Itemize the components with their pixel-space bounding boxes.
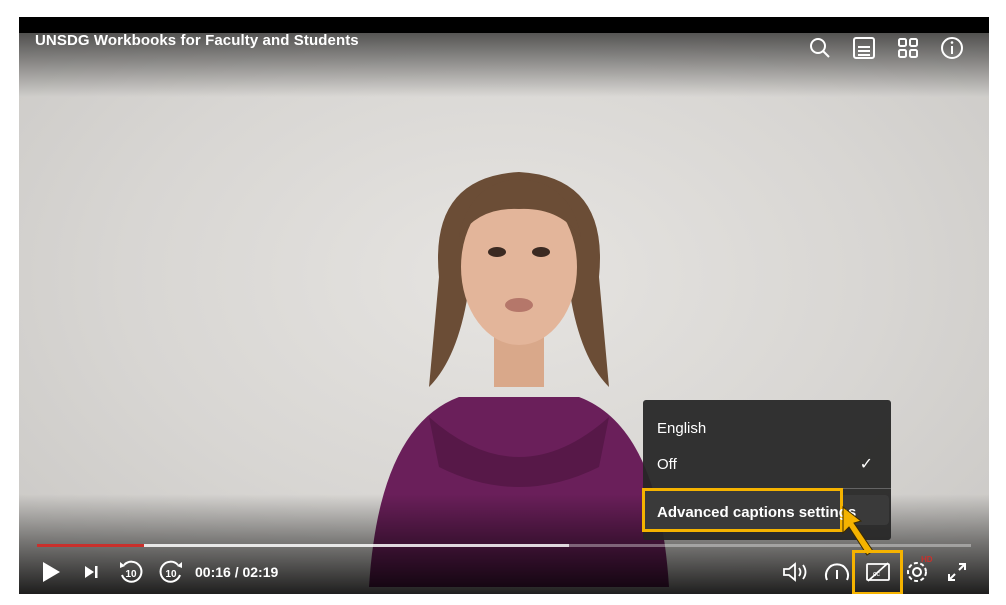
time-separator: /	[230, 564, 243, 580]
control-bar: 10 10 00:16 / 02:19 cc	[19, 555, 989, 589]
info-icon[interactable]	[939, 35, 965, 61]
top-letterbox	[19, 17, 989, 33]
rewind-10-button[interactable]: 10	[116, 557, 146, 587]
playback-speed-icon[interactable]	[823, 557, 851, 587]
progress-played	[37, 544, 145, 547]
forward-10-button[interactable]: 10	[156, 557, 186, 587]
volume-button[interactable]	[781, 557, 811, 587]
next-button[interactable]	[79, 557, 103, 587]
video-title: UNSDG Workbooks for Faculty and Students	[35, 32, 359, 49]
svg-text:10: 10	[125, 569, 137, 580]
captions-option-off[interactable]: Off	[657, 456, 677, 473]
current-time: 00:16	[195, 564, 231, 580]
progress-bar[interactable]	[37, 544, 971, 547]
hd-badge: HD	[921, 555, 933, 564]
time-display: 00:16 / 02:19	[195, 564, 278, 580]
duration: 02:19	[242, 564, 279, 580]
selected-check-icon: ✓	[859, 456, 873, 473]
svg-text:10: 10	[165, 569, 177, 580]
search-icon[interactable]	[807, 35, 833, 61]
fullscreen-icon[interactable]	[943, 557, 971, 587]
captions-button-highlight	[852, 550, 903, 594]
play-button[interactable]	[37, 557, 65, 587]
grid-icon[interactable]	[895, 35, 921, 61]
video-player[interactable]: UNSDG Workbooks for Faculty and Students…	[19, 17, 989, 594]
advanced-captions-settings-item[interactable]: Advanced captions settings	[657, 504, 856, 521]
transcript-icon[interactable]	[851, 35, 877, 61]
captions-option-english[interactable]: English	[657, 420, 706, 437]
top-toolbar	[807, 35, 965, 61]
